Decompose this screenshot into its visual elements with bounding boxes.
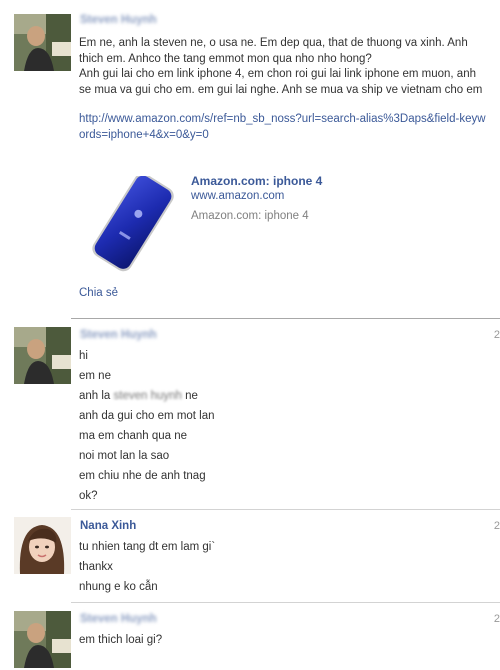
timestamp: 2 xyxy=(493,613,500,625)
message-body: tu nhien tang dt em lam gi` thankx nhung… xyxy=(79,537,489,597)
author-name[interactable]: Steven Huynh xyxy=(80,14,157,26)
blurred-name: steven huynh xyxy=(113,390,182,402)
message-line: tu nhien tang dt em lam gi` xyxy=(79,541,216,553)
message-line: hi xyxy=(79,350,88,362)
timestamp: 2 xyxy=(493,329,500,341)
message-line: em ne xyxy=(79,370,111,382)
message-2: Steven Huynh 2 hi em ne anh la steven hu… xyxy=(0,319,500,509)
message-3: Nana Xinh 2 tu nhien tang dt em lam gi` … xyxy=(0,510,500,602)
message-line: em chiu nhe de anh tnag xyxy=(79,470,206,482)
avatar-steven[interactable] xyxy=(14,14,71,71)
message-text: Anh gui lai cho em link iphone 4, em cho… xyxy=(79,68,483,96)
message-4: Steven Huynh 2 em thich loai gi? xyxy=(0,603,500,670)
avatar-steven[interactable] xyxy=(14,611,71,668)
message-line: thankx xyxy=(79,561,113,573)
message-1: Steven Huynh Em ne, anh la steven ne, o … xyxy=(0,0,500,318)
message-body: em thich loai gi? xyxy=(79,630,489,650)
author-name[interactable]: Steven Huynh xyxy=(80,329,157,341)
message-text: Em ne, anh la steven ne, o usa ne. Em de… xyxy=(79,37,468,65)
preview-title[interactable]: Amazon.com: iphone 4 xyxy=(191,174,322,188)
message-line: em thich loai gi? xyxy=(79,634,163,646)
timestamp: 2 xyxy=(493,520,500,532)
message-line: nhung e ko cẫn xyxy=(79,581,158,593)
avatar-nana[interactable] xyxy=(14,517,71,574)
preview-description: Amazon.com: iphone 4 xyxy=(191,210,309,222)
message-line: ma em chanh qua ne xyxy=(79,430,188,442)
message-line: anh la steven huynh ne xyxy=(79,390,198,402)
preview-url[interactable]: www.amazon.com xyxy=(191,190,284,202)
message-body: hi em ne anh la steven huynh ne anh da g… xyxy=(79,346,489,506)
iphone-preview-image[interactable] xyxy=(82,173,182,272)
author-name[interactable]: Nana Xinh xyxy=(80,520,136,532)
message-line: noi mot lan la sao xyxy=(79,450,170,462)
author-name[interactable]: Steven Huynh xyxy=(80,613,157,625)
message-line: ok? xyxy=(79,490,98,502)
share-link[interactable]: Chia sẻ xyxy=(79,287,118,299)
avatar-steven[interactable] xyxy=(14,327,71,384)
message-body: Em ne, anh la steven ne, o usa ne. Em de… xyxy=(79,36,489,143)
amazon-link[interactable]: http://www.amazon.com/s/ref=nb_sb_noss?u… xyxy=(79,113,486,141)
message-line: anh da gui cho em mot lan xyxy=(79,410,215,422)
